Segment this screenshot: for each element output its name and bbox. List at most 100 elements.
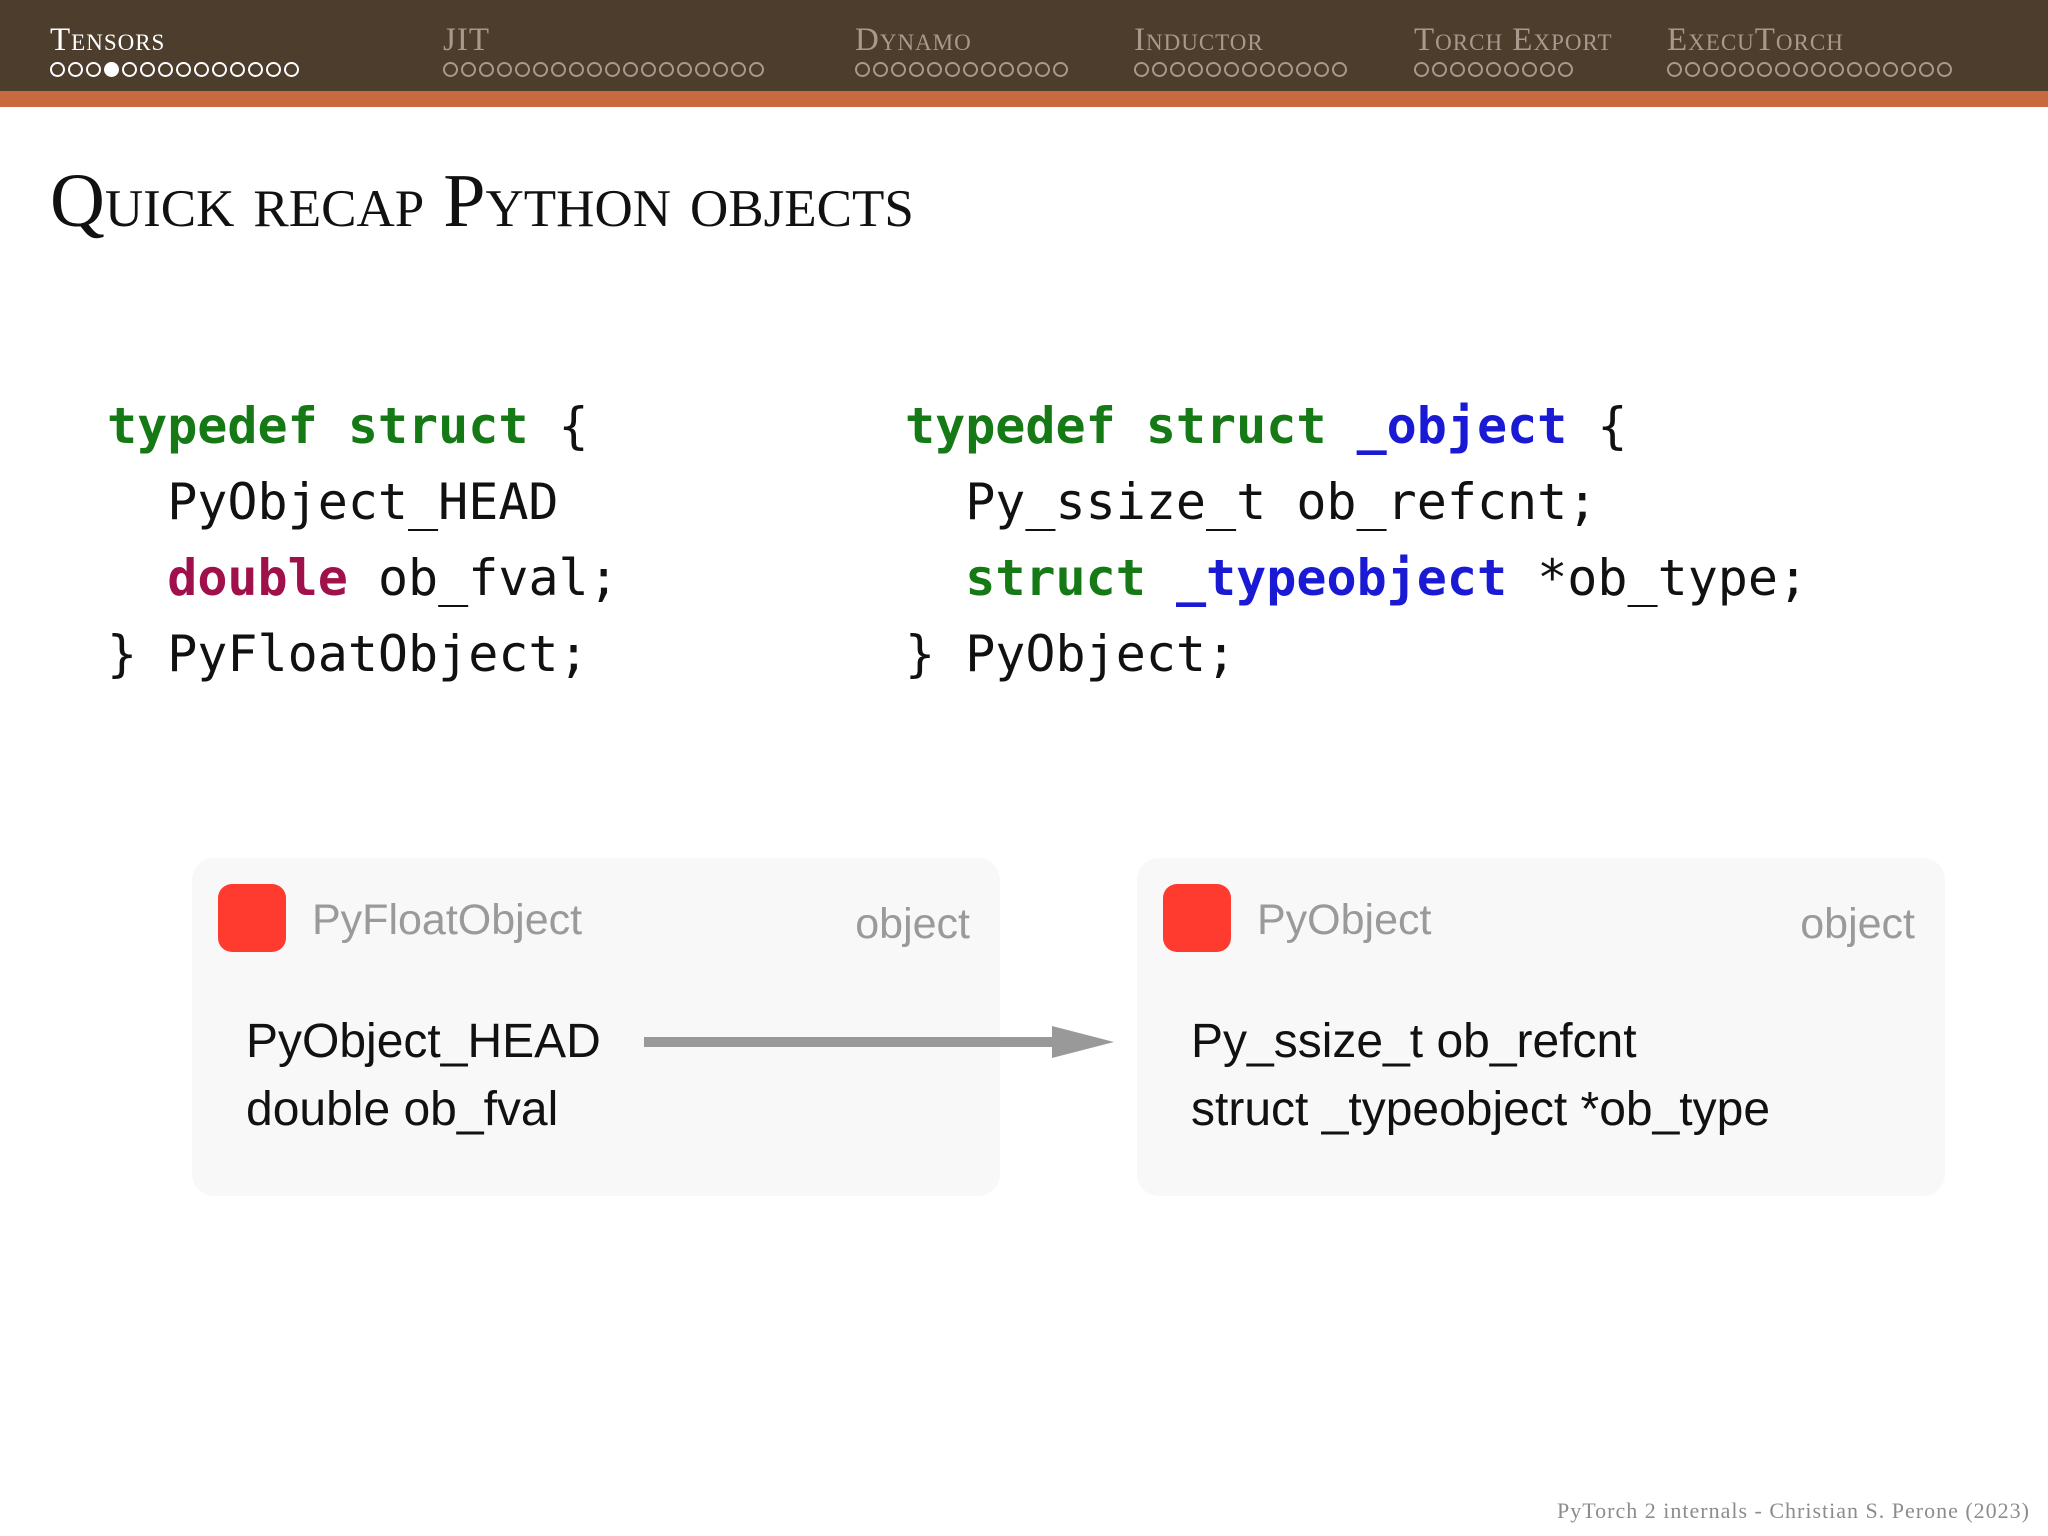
nav-dot[interactable] [479, 62, 494, 77]
nav-dot[interactable] [1242, 62, 1257, 77]
nav-dot[interactable] [605, 62, 620, 77]
nav-dot[interactable] [497, 62, 512, 77]
nav-section-title[interactable]: JIT [443, 22, 490, 59]
nav-dot[interactable] [1919, 62, 1934, 77]
nav-dot[interactable] [1775, 62, 1790, 77]
nav-section-title[interactable]: ExecuTorch [1667, 22, 1844, 59]
box-title: PyObject [1257, 896, 1432, 944]
nav-dot[interactable] [1901, 62, 1916, 77]
nav-dot[interactable] [50, 62, 65, 77]
nav-dot[interactable] [731, 62, 746, 77]
code-text: *ob_type; [1507, 549, 1809, 607]
nav-dot[interactable] [1558, 62, 1573, 77]
nav-dot[interactable] [1188, 62, 1203, 77]
nav-dot[interactable] [1522, 62, 1537, 77]
nav-dot[interactable] [1703, 62, 1718, 77]
nav-progress-dots [855, 62, 1068, 77]
nav-dot[interactable] [1667, 62, 1682, 77]
nav-dot[interactable] [1170, 62, 1185, 77]
nav-dot[interactable] [1883, 62, 1898, 77]
nav-dot[interactable] [1260, 62, 1275, 77]
nav-section-title[interactable]: Torch Export [1414, 22, 1613, 59]
nav-dot[interactable] [515, 62, 530, 77]
nav-dot[interactable] [713, 62, 728, 77]
nav-dot[interactable] [1414, 62, 1429, 77]
nav-dot[interactable] [1314, 62, 1329, 77]
nav-progress-dots [1134, 62, 1347, 77]
nav-dot[interactable] [677, 62, 692, 77]
nav-dot[interactable] [945, 62, 960, 77]
nav-dot[interactable] [1486, 62, 1501, 77]
code-line: Py_ssize_t ob_refcnt; [905, 473, 1598, 531]
nav-dot[interactable] [1540, 62, 1555, 77]
code-line: PyObject_HEAD [107, 473, 559, 531]
nav-dot[interactable] [1035, 62, 1050, 77]
nav-dot[interactable] [248, 62, 263, 77]
nav-dot[interactable] [909, 62, 924, 77]
nav-dot[interactable] [1206, 62, 1221, 77]
code-keyword: struct [965, 549, 1146, 607]
nav-dot[interactable] [1468, 62, 1483, 77]
nav-section-title[interactable]: Inductor [1134, 22, 1264, 59]
nav-dot[interactable] [1450, 62, 1465, 77]
nav-dot[interactable] [1296, 62, 1311, 77]
nav-dot[interactable] [212, 62, 227, 77]
nav-dot[interactable] [641, 62, 656, 77]
nav-dot[interactable] [1053, 62, 1068, 77]
nav-dot-current[interactable] [104, 62, 119, 77]
nav-dot[interactable] [891, 62, 906, 77]
nav-dot[interactable] [122, 62, 137, 77]
nav-dot[interactable] [443, 62, 458, 77]
box-kind-label: object [855, 900, 970, 948]
nav-dot[interactable] [1332, 62, 1347, 77]
nav-dot[interactable] [284, 62, 299, 77]
nav-dot[interactable] [68, 62, 83, 77]
box-title: PyFloatObject [312, 896, 583, 944]
nav-dot[interactable] [266, 62, 281, 77]
nav-dot[interactable] [1721, 62, 1736, 77]
nav-dot[interactable] [569, 62, 584, 77]
nav-dot[interactable] [659, 62, 674, 77]
nav-section-title[interactable]: Tensors [50, 22, 165, 59]
nav-dot[interactable] [1829, 62, 1844, 77]
nav-dot[interactable] [981, 62, 996, 77]
nav-dot[interactable] [461, 62, 476, 77]
code-text: ob_fval; [347, 549, 619, 607]
nav-dot[interactable] [533, 62, 548, 77]
slide-title: Quick recap Python objects [50, 159, 914, 243]
nav-dot[interactable] [999, 62, 1014, 77]
nav-dot[interactable] [158, 62, 173, 77]
nav-dot[interactable] [140, 62, 155, 77]
nav-dot[interactable] [695, 62, 710, 77]
nav-dot[interactable] [86, 62, 101, 77]
nav-dot[interactable] [1134, 62, 1149, 77]
nav-dot[interactable] [1739, 62, 1754, 77]
nav-dot[interactable] [749, 62, 764, 77]
nav-dot[interactable] [1937, 62, 1952, 77]
nav-dot[interactable] [1847, 62, 1862, 77]
nav-dot[interactable] [1685, 62, 1700, 77]
nav-dot[interactable] [1278, 62, 1293, 77]
nav-dot[interactable] [1152, 62, 1167, 77]
nav-dot[interactable] [623, 62, 638, 77]
nav-dot[interactable] [1224, 62, 1239, 77]
nav-dot[interactable] [1504, 62, 1519, 77]
nav-section-title[interactable]: Dynamo [855, 22, 972, 59]
nav-dot[interactable] [1017, 62, 1032, 77]
nav-dot[interactable] [855, 62, 870, 77]
nav-dot[interactable] [873, 62, 888, 77]
nav-dot[interactable] [1432, 62, 1447, 77]
nav-dot[interactable] [1793, 62, 1808, 77]
nav-dot[interactable] [1865, 62, 1880, 77]
nav-dot[interactable] [1757, 62, 1772, 77]
arrow-head [1052, 1026, 1114, 1058]
nav-dot[interactable] [194, 62, 209, 77]
nav-dot[interactable] [927, 62, 942, 77]
nav-dot[interactable] [230, 62, 245, 77]
nav-dot[interactable] [551, 62, 566, 77]
nav-dot[interactable] [963, 62, 978, 77]
nav-dot[interactable] [587, 62, 602, 77]
nav-dot[interactable] [176, 62, 191, 77]
box-field: double ob_fval [246, 1083, 559, 1136]
nav-dot[interactable] [1811, 62, 1826, 77]
